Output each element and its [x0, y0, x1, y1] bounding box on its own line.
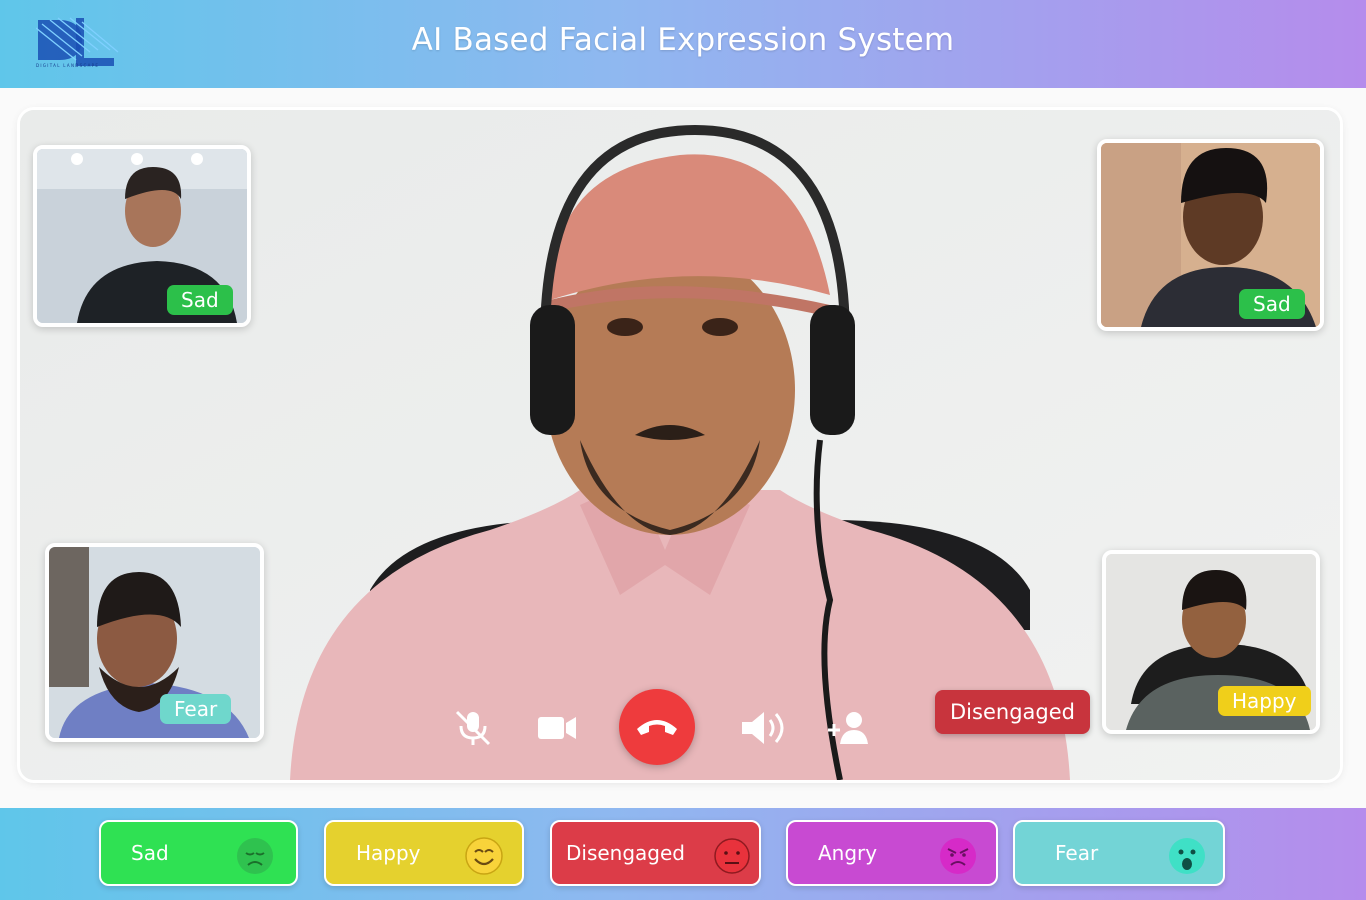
smiling-face-icon	[465, 837, 503, 875]
expression-badge: Sad	[1239, 289, 1305, 319]
add-person-icon	[828, 712, 868, 744]
app-header: DIGITAL LANDSCAPE AI Based Facial Expres…	[0, 0, 1366, 88]
expression-badge: Fear	[160, 694, 232, 724]
expression-badge: Happy	[1218, 686, 1311, 716]
legend-label: Fear	[1055, 841, 1099, 865]
legend-item-angry: Angry	[786, 820, 998, 886]
participant-tile-3[interactable]: Fear	[45, 543, 264, 742]
logo-text: DIGITAL LANDSCAPE	[36, 63, 100, 68]
legend-label: Sad	[131, 841, 169, 865]
expression-badge: Sad	[167, 285, 233, 315]
camera-toggle-button[interactable]	[533, 706, 581, 750]
volume-icon	[742, 712, 784, 744]
legend-item-fear: Fear	[1013, 820, 1225, 886]
legend-label: Disengaged	[566, 841, 686, 865]
legend-item-disengaged: Disengaged	[550, 820, 761, 886]
fear-face-icon	[1169, 838, 1205, 874]
end-call-button[interactable]	[619, 689, 695, 765]
participant-tile-2[interactable]: Sad	[1097, 139, 1324, 331]
add-participant-button[interactable]	[823, 704, 875, 752]
participant-tile-1[interactable]: Sad	[33, 145, 251, 327]
video-camera-icon	[538, 717, 576, 739]
legend-item-happy: Happy	[324, 820, 524, 886]
page-title: AI Based Facial Expression System	[411, 22, 955, 58]
legend-label: Happy	[356, 841, 421, 865]
phone-hangup-icon	[637, 720, 677, 735]
angry-face-icon	[940, 838, 976, 874]
legend-item-sad: Sad	[99, 820, 298, 886]
main-expression-badge: Disengaged	[935, 690, 1090, 734]
volume-button[interactable]	[735, 704, 791, 752]
sad-face-icon	[237, 838, 273, 874]
mute-mic-button[interactable]	[449, 706, 497, 750]
participant-tile-4[interactable]: Happy	[1102, 550, 1320, 734]
neutral-face-icon	[714, 838, 750, 874]
mic-off-icon	[455, 710, 491, 746]
legend-label: Angry	[818, 841, 878, 865]
